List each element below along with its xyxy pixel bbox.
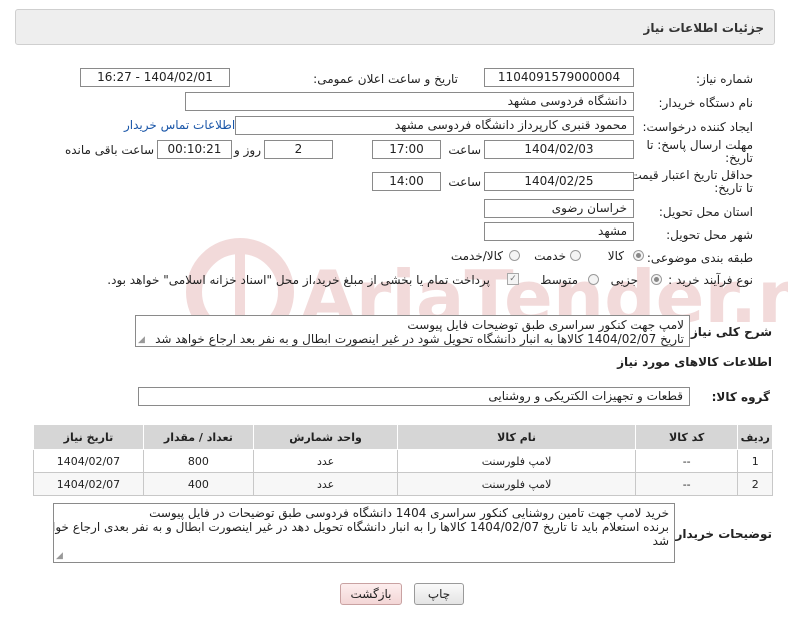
buyer-notes-line-3: شد: [652, 534, 669, 548]
deadline-time-label: ساعت: [448, 143, 481, 157]
resize-handle-icon[interactable]: ◢: [56, 552, 63, 561]
days-field[interactable]: 2: [264, 140, 333, 159]
process-radio-medium[interactable]: [588, 274, 599, 285]
col-need-date: تاریخ نیاز: [33, 424, 144, 450]
col-item-code: کد کالا: [634, 424, 739, 450]
cell-item-code: --: [634, 449, 739, 473]
cell-row-number: 2: [737, 472, 773, 496]
category-option-both: کالا/خدمت: [450, 249, 503, 263]
col-unit: واحد شمارش: [252, 424, 399, 450]
process-radio-partial[interactable]: [651, 274, 662, 285]
treasury-checkbox[interactable]: ✓: [507, 273, 519, 285]
creator-field[interactable]: محمود قنبری کارپرداز دانشگاه فردوسی مشهد: [235, 116, 634, 135]
buyer-org-field[interactable]: دانشگاه فردوسی مشهد: [185, 92, 634, 111]
description-line-2: تاریخ 1404/02/07 کالاها به انبار دانشگاه…: [155, 332, 684, 346]
min-validity-label: حداقل تاریخ اعتبار قیمت:: [626, 168, 753, 182]
table-row[interactable]: 2 -- لامپ فلورسنت عدد 400 1404/02/07: [33, 472, 773, 496]
city-field[interactable]: مشهد: [484, 222, 634, 241]
buyer-notes-line-1: خرید لامپ جهت تامین روشنایی کنکور سراسری…: [149, 506, 669, 520]
need-number-field[interactable]: 1104091579000004: [484, 68, 634, 87]
buyer-contact-link[interactable]: اطلاعات تماس خریدار: [124, 118, 235, 132]
description-label: شرح کلی نیاز:: [686, 325, 772, 339]
announce-date-field[interactable]: 1404/02/01 - 16:27: [80, 68, 230, 87]
header-panel: جزئیات اطلاعات نیاز: [15, 9, 775, 45]
page-title: جزئیات اطلاعات نیاز: [643, 21, 764, 35]
cell-need-date: 1404/02/07: [33, 472, 144, 496]
goods-group-label: گروه کالا:: [711, 390, 770, 404]
description-textarea[interactable]: لامپ جهت کنکور سراسری طبق توضیحات فایل پ…: [135, 315, 690, 347]
buyer-notes-label: توضیحات خریدار:: [670, 527, 772, 541]
goods-table: ردیف کد کالا نام کالا واحد شمارش تعداد /…: [33, 424, 773, 496]
validity-date-field[interactable]: 1404/02/25: [484, 172, 634, 191]
payment-note: پرداخت تمام یا بخشی از مبلغ خرید،از محل …: [107, 273, 490, 287]
buyer-notes-textarea[interactable]: خرید لامپ جهت تامین روشنایی کنکور سراسری…: [53, 503, 675, 563]
buyer-notes-line-2: برنده استعلام باید تا تاریخ 1404/02/07 ک…: [53, 520, 669, 534]
announce-date-label: تاریخ و ساعت اعلان عمومی:: [313, 72, 458, 86]
col-row-number: ردیف: [737, 424, 773, 450]
category-option-service: خدمت: [534, 249, 566, 263]
province-field[interactable]: خراسان رضوی: [484, 199, 634, 218]
validity-time-field[interactable]: 14:00: [372, 172, 441, 191]
col-quantity: تعداد / مقدار: [142, 424, 254, 450]
need-number-label: شماره نیاز:: [696, 72, 753, 86]
cell-unit: عدد: [252, 472, 399, 496]
cell-quantity: 800: [142, 449, 254, 473]
category-label: طبقه بندی موضوعی:: [646, 251, 753, 265]
cell-row-number: 1: [737, 449, 773, 473]
days-label: روز و: [234, 143, 261, 157]
cell-need-date: 1404/02/07: [33, 449, 144, 473]
goods-section-title: اطلاعات کالاهای مورد نیاز: [617, 355, 772, 369]
print-button[interactable]: چاپ: [414, 583, 464, 605]
deadline-time-field[interactable]: 17:00: [372, 140, 441, 159]
goods-group-field[interactable]: قطعات و تجهیزات الکتریکی و روشنایی: [138, 387, 690, 406]
category-radio-goods[interactable]: [633, 250, 644, 261]
deadline-label: مهلت ارسال پاسخ: تا: [646, 138, 753, 152]
min-validity-label-date: تا تاریخ:: [714, 181, 753, 195]
category-radio-both[interactable]: [509, 250, 520, 261]
remaining-time-field[interactable]: 00:10:21: [157, 140, 232, 159]
category-option-goods: کالا: [607, 249, 624, 263]
buyer-org-label: نام دستگاه خریدار:: [658, 96, 754, 110]
cell-unit: عدد: [252, 449, 399, 473]
table-header-row: ردیف کد کالا نام کالا واحد شمارش تعداد /…: [33, 424, 773, 450]
category-radio-service[interactable]: [570, 250, 581, 261]
city-label: شهر محل تحویل:: [666, 228, 753, 242]
remaining-time-label: ساعت باقی مانده: [64, 143, 154, 157]
back-button[interactable]: بازگشت: [340, 583, 402, 605]
process-label: نوع فرآیند خرید :: [668, 273, 753, 287]
process-option-partial: جزیی: [610, 273, 638, 287]
deadline-date-field[interactable]: 1404/02/03: [484, 140, 634, 159]
creator-label: ایجاد کننده درخواست:: [642, 120, 753, 134]
process-option-medium: متوسط: [540, 273, 578, 287]
cell-item-name: لامپ فلورسنت: [397, 449, 636, 473]
table-row[interactable]: 1 -- لامپ فلورسنت عدد 800 1404/02/07: [33, 449, 773, 473]
cell-item-code: --: [634, 472, 739, 496]
col-item-name: نام کالا: [397, 424, 636, 450]
description-line-1: لامپ جهت کنکور سراسری طبق توضیحات فایل پ…: [407, 318, 684, 332]
resize-handle-icon[interactable]: ◢: [138, 336, 145, 345]
cell-item-name: لامپ فلورسنت: [397, 472, 636, 496]
cell-quantity: 400: [142, 472, 254, 496]
province-label: استان محل تحویل:: [658, 205, 753, 219]
validity-time-label: ساعت: [448, 175, 481, 189]
deadline-label-date: تاریخ:: [725, 151, 753, 165]
